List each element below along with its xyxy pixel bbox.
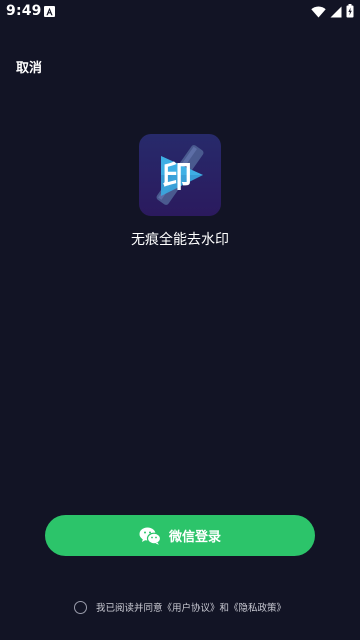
agreement-prefix: 我已阅读并同意	[95, 603, 163, 614]
agreement-row: 我已阅读并同意《用户协议》和《隐私政策》	[0, 600, 360, 614]
privacy-policy-link[interactable]: 《隐私政策》	[229, 603, 286, 614]
wechat-icon	[139, 527, 161, 545]
agreement-checkbox[interactable]	[73, 600, 87, 614]
wifi-icon	[311, 3, 326, 22]
app-notification-icon	[44, 6, 55, 17]
agreement-text: 我已阅读并同意《用户协议》和《隐私政策》	[96, 600, 286, 614]
battery-icon	[346, 3, 354, 22]
logo-glyph: 印	[162, 160, 192, 195]
status-bar: 9:49	[0, 0, 360, 24]
cancel-button[interactable]: 取消	[16, 57, 42, 76]
app-name: 无痕全能去水印	[131, 232, 229, 248]
user-agreement-link[interactable]: 《用户协议》	[162, 603, 219, 614]
wechat-login-label: 微信登录	[168, 530, 221, 545]
signal-icon	[330, 3, 342, 22]
wechat-login-button[interactable]: 微信登录	[45, 515, 315, 556]
app-logo: 印	[139, 134, 221, 216]
agreement-conjunction: 和	[219, 603, 230, 614]
status-time: 9:49	[6, 3, 42, 19]
status-icons	[311, 3, 354, 22]
